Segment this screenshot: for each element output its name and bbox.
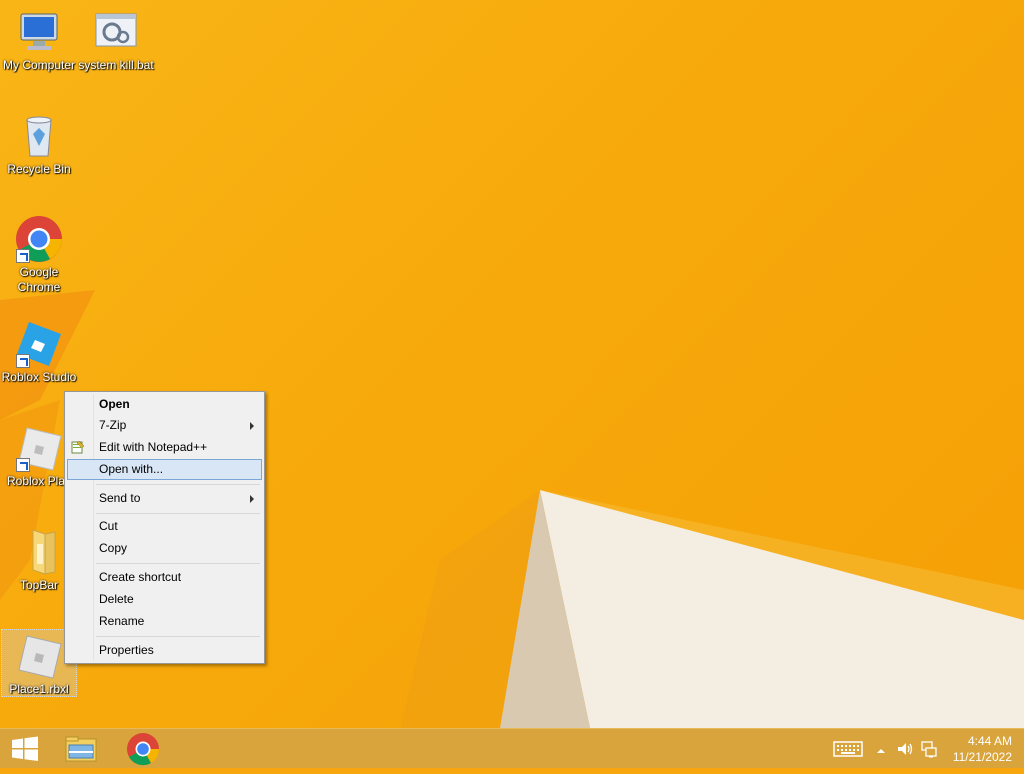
menu-item-label: Send to bbox=[99, 491, 141, 505]
touch-keyboard-button[interactable] bbox=[833, 740, 863, 763]
menu-item-label: Rename bbox=[99, 614, 145, 628]
desktop-icon-system-kill-bat[interactable]: system kill.bat bbox=[78, 8, 154, 73]
menu-separator bbox=[96, 563, 260, 564]
menu-separator bbox=[96, 636, 260, 637]
menu-item-label: Edit with Notepad++ bbox=[99, 440, 208, 454]
start-button[interactable] bbox=[0, 729, 52, 769]
menu-item-label: 7-Zip bbox=[99, 418, 127, 432]
menu-item-label: Open bbox=[99, 397, 130, 411]
menu-item-label: Create shortcut bbox=[99, 570, 182, 584]
taskbar-file-explorer[interactable] bbox=[56, 729, 108, 769]
menu-item-properties[interactable]: Properties bbox=[67, 640, 262, 661]
desktop-icon-label: Place1.rbxl bbox=[9, 682, 69, 696]
batch-file-icon bbox=[92, 8, 140, 56]
menu-item-label: Copy bbox=[99, 541, 128, 555]
shortcut-arrow-icon bbox=[16, 458, 30, 472]
context-menu: Open 7-Zip Edit with Notepad++ Open with… bbox=[64, 391, 265, 664]
desktop-icon-recycle-bin[interactable]: Recycle Bin bbox=[1, 112, 77, 177]
desktop-icon-label: system kill.bat bbox=[78, 58, 154, 72]
menu-item-rename[interactable]: Rename bbox=[67, 611, 262, 632]
desktop-icon-google-chrome[interactable]: Google Chrome bbox=[1, 215, 77, 295]
chrome-icon bbox=[15, 215, 63, 263]
menu-item-open-with[interactable]: Open with... bbox=[67, 459, 262, 480]
desktop-icon-label: Roblox Play bbox=[6, 474, 72, 488]
volume-icon bbox=[898, 743, 913, 755]
menu-separator bbox=[96, 484, 260, 485]
desktop-icon-my-computer[interactable]: My Computer bbox=[1, 8, 77, 73]
desktop-icon-roblox-studio[interactable]: Roblox Studio bbox=[1, 320, 77, 385]
desktop-icon-label: TopBar bbox=[19, 578, 59, 592]
desktop-icon-label: Google Chrome bbox=[17, 265, 61, 294]
clock-date: 11/21/2022 bbox=[952, 750, 1012, 764]
menu-item-cut[interactable]: Cut bbox=[67, 516, 262, 537]
menu-item-label: Cut bbox=[99, 519, 118, 533]
menu-item-create-shortcut[interactable]: Create shortcut bbox=[67, 567, 262, 588]
show-hidden-icons-button[interactable] bbox=[875, 743, 887, 761]
chrome-icon bbox=[127, 733, 160, 766]
menu-item-edit-with-notepad-plus-plus[interactable]: Edit with Notepad++ bbox=[67, 437, 262, 458]
menu-item-delete[interactable]: Delete bbox=[67, 589, 262, 610]
chevron-up-icon bbox=[877, 749, 885, 753]
desktop-icon-label: Roblox Studio bbox=[1, 370, 77, 384]
shortcut-arrow-icon bbox=[16, 354, 30, 368]
network-button[interactable] bbox=[920, 740, 938, 763]
recycle-bin-icon bbox=[15, 112, 63, 160]
roblox-studio-icon bbox=[15, 320, 63, 368]
menu-item-label: Delete bbox=[99, 592, 134, 606]
windows-logo-icon bbox=[12, 736, 38, 761]
shortcut-arrow-icon bbox=[16, 249, 30, 263]
taskbar-chrome[interactable] bbox=[117, 729, 169, 769]
menu-item-7zip[interactable]: 7-Zip bbox=[67, 415, 262, 436]
taskbar: 4:44 AM 11/21/2022 bbox=[0, 728, 1024, 768]
clock-time: 4:44 AM bbox=[967, 734, 1012, 748]
folder-icon bbox=[15, 528, 63, 576]
menu-item-label: Properties bbox=[99, 643, 154, 657]
submenu-arrow-icon bbox=[250, 422, 254, 430]
menu-item-copy[interactable]: Copy bbox=[67, 538, 262, 559]
desktop-icon-label: My Computer bbox=[2, 58, 76, 72]
network-icon bbox=[921, 741, 937, 758]
volume-button[interactable] bbox=[896, 740, 914, 763]
menu-item-open[interactable]: Open bbox=[67, 394, 262, 415]
computer-icon bbox=[15, 8, 63, 56]
taskbar-clock[interactable]: 4:44 AM 11/21/2022 bbox=[953, 733, 1012, 765]
menu-item-send-to[interactable]: Send to bbox=[67, 488, 262, 509]
notepad-plus-plus-icon bbox=[71, 440, 85, 454]
menu-item-label: Open with... bbox=[99, 462, 164, 476]
roblox-file-icon bbox=[15, 632, 63, 680]
desktop-icon-label: Recycle Bin bbox=[7, 162, 71, 176]
menu-separator bbox=[96, 513, 260, 514]
roblox-player-icon bbox=[15, 424, 63, 472]
file-explorer-icon bbox=[65, 736, 97, 762]
keyboard-icon bbox=[833, 741, 863, 757]
submenu-arrow-icon bbox=[250, 495, 254, 503]
